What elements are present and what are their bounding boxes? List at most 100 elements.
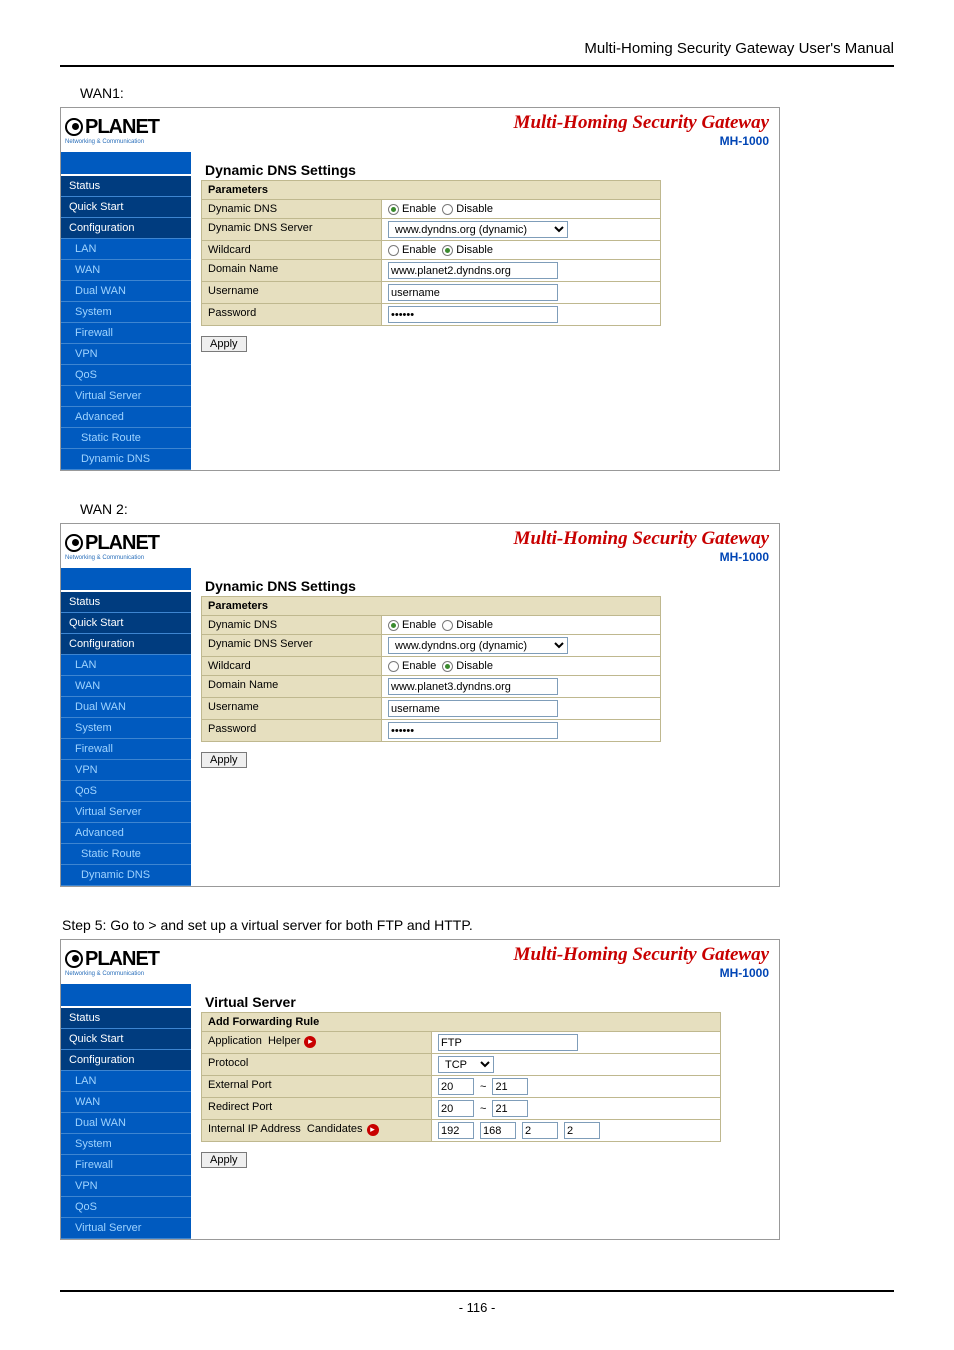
step5-text: Step 5: Go to > and set up a virtual ser… [60,917,894,933]
nav-lan[interactable]: LAN [61,655,191,676]
nav-dynamicdns[interactable]: Dynamic DNS [61,449,191,470]
nav-staticroute[interactable]: Static Route [61,428,191,449]
protocol-label: Protocol [202,1054,432,1075]
nav-lan[interactable]: LAN [61,239,191,260]
product-title: Multi-Homing Security Gateway [514,112,769,134]
nav-configuration[interactable]: Configuration [61,218,191,239]
nav-firewall[interactable]: Firewall [61,739,191,760]
password-input[interactable] [388,722,558,739]
username-label: Username [202,282,382,303]
product-title: Multi-Homing Security Gateway [514,944,769,966]
internal-ip-label: Internal IP Address Candidates▸ [202,1120,432,1141]
nav-dualwan[interactable]: Dual WAN [61,1113,191,1134]
nav-advanced[interactable]: Advanced [61,823,191,844]
router-ui-vs: PLANET Networking & Communication Multi-… [60,939,780,1240]
ext-from-input[interactable] [438,1078,474,1095]
nav-staticroute[interactable]: Static Route [61,844,191,865]
router-ui-wan2: PLANET Networking & Communication Multi-… [60,523,780,887]
sidebar-nav: Status Quick Start Configuration LAN WAN… [61,592,191,886]
wildcard-disable-radio[interactable]: Disable [442,660,493,672]
nav-quickstart[interactable]: Quick Start [61,1029,191,1050]
ddns-enable-radio[interactable]: Enable [388,619,436,631]
sidebar-nav: Status Quick Start Configuration LAN WAN… [61,176,191,470]
brand-logo: PLANET Networking & Communication [65,116,159,145]
nav-configuration[interactable]: Configuration [61,1050,191,1071]
candidates-icon[interactable]: ▸ [367,1124,379,1136]
domain-input[interactable] [388,678,558,695]
nav-lan[interactable]: LAN [61,1071,191,1092]
nav-vpn[interactable]: VPN [61,760,191,781]
ip1-input[interactable] [438,1122,474,1139]
nav-qos[interactable]: QoS [61,781,191,802]
nav-dualwan[interactable]: Dual WAN [61,697,191,718]
nav-system[interactable]: System [61,1134,191,1155]
nav-system[interactable]: System [61,718,191,739]
ip2-input[interactable] [480,1122,516,1139]
planet-logo-icon [65,118,83,136]
product-title: Multi-Homing Security Gateway [514,528,769,550]
nav-quickstart[interactable]: Quick Start [61,197,191,218]
router-ui-wan1: PLANET Networking & Communication Multi-… [60,107,780,471]
nav-virtualserver[interactable]: Virtual Server [61,1218,191,1239]
nav-status[interactable]: Status [61,1008,191,1029]
product-model: MH-1000 [514,550,769,564]
nav-firewall[interactable]: Firewall [61,323,191,344]
nav-system[interactable]: System [61,302,191,323]
nav-wan[interactable]: WAN [61,260,191,281]
ip4-input[interactable] [564,1122,600,1139]
ddns-disable-radio[interactable]: Disable [442,619,493,631]
ddns-server-select[interactable]: www.dyndns.org (dynamic) [388,221,568,238]
application-input[interactable] [438,1034,578,1051]
wildcard-disable-radio[interactable]: Disable [442,244,493,256]
apply-button[interactable]: Apply [201,1152,247,1168]
ext-to-input[interactable] [492,1078,528,1095]
ddns-disable-radio[interactable]: Disable [442,203,493,215]
nav-qos[interactable]: QoS [61,365,191,386]
helper-icon[interactable]: ▸ [304,1036,316,1048]
wan2-label: WAN 2: [60,501,894,517]
red-from-input[interactable] [438,1100,474,1117]
domain-label: Domain Name [202,260,382,281]
username-input[interactable] [388,700,558,717]
ddns-parameters: Parameters [201,596,661,616]
wildcard-label: Wildcard [202,241,382,259]
vs-add-rule: Add Forwarding Rule [201,1012,721,1032]
ddns-title: Dynamic DNS Settings [201,574,661,596]
external-port-label: External Port [202,1076,432,1097]
domain-input[interactable] [388,262,558,279]
ddns-parameters: Parameters [201,180,661,200]
protocol-select[interactable]: TCP [438,1056,494,1073]
nav-wan[interactable]: WAN [61,676,191,697]
nav-firewall[interactable]: Firewall [61,1155,191,1176]
nav-dynamicdns[interactable]: Dynamic DNS [61,865,191,886]
apply-button[interactable]: Apply [201,336,247,352]
ddns-dynamic-label: Dynamic DNS [202,200,382,218]
red-to-input[interactable] [492,1100,528,1117]
candidates-link[interactable]: Candidates [307,1123,363,1135]
wildcard-enable-radio[interactable]: Enable [388,660,436,672]
nav-virtualserver[interactable]: Virtual Server [61,802,191,823]
helper-link[interactable]: Helper [268,1035,300,1047]
nav-status[interactable]: Status [61,176,191,197]
sidebar-nav: Status Quick Start Configuration LAN WAN… [61,1008,191,1239]
wildcard-enable-radio[interactable]: Enable [388,244,436,256]
ip3-input[interactable] [522,1122,558,1139]
nav-advanced[interactable]: Advanced [61,407,191,428]
nav-qos[interactable]: QoS [61,1197,191,1218]
document-header: Multi-Homing Security Gateway User's Man… [60,40,894,67]
nav-dualwan[interactable]: Dual WAN [61,281,191,302]
ddns-enable-radio[interactable]: Enable [388,203,436,215]
ddns-server-select[interactable]: www.dyndns.org (dynamic) [388,637,568,654]
nav-wan[interactable]: WAN [61,1092,191,1113]
nav-status[interactable]: Status [61,592,191,613]
nav-virtualserver[interactable]: Virtual Server [61,386,191,407]
nav-vpn[interactable]: VPN [61,344,191,365]
nav-quickstart[interactable]: Quick Start [61,613,191,634]
password-input[interactable] [388,306,558,323]
planet-logo-icon [65,534,83,552]
apply-button[interactable]: Apply [201,752,247,768]
nav-configuration[interactable]: Configuration [61,634,191,655]
nav-vpn[interactable]: VPN [61,1176,191,1197]
username-input[interactable] [388,284,558,301]
vs-title: Virtual Server [201,990,721,1012]
